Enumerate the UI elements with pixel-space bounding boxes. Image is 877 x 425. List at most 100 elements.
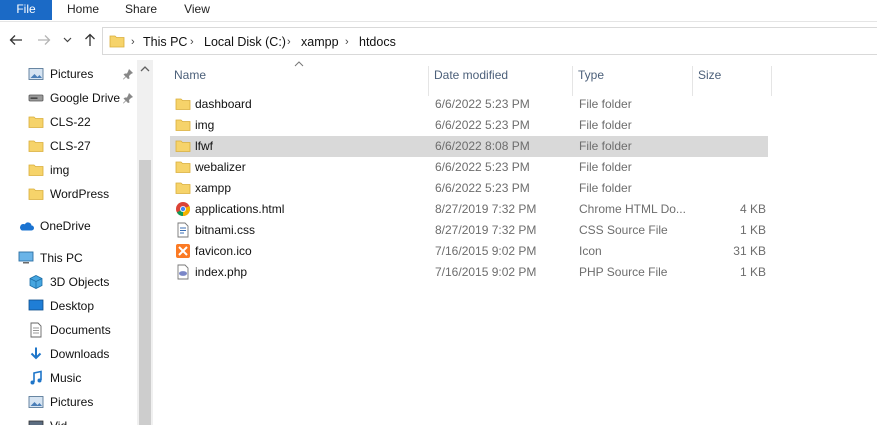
nav-item-onedrive[interactable]: OneDrive — [18, 215, 91, 237]
this-pc-icon — [18, 250, 34, 266]
css-file-icon — [175, 222, 191, 238]
file-name: index.php — [195, 265, 248, 279]
tab-share[interactable]: Share — [118, 0, 164, 20]
file-date-modified: 7/16/2015 9:02 PM — [435, 265, 537, 279]
nav-item-pictures[interactable]: Pictures — [28, 391, 93, 413]
breadcrumb-separator[interactable]: › — [287, 36, 291, 48]
column-header-date-modified[interactable]: Date modified — [429, 66, 573, 96]
file-type: File folder — [579, 118, 632, 132]
file-list: Name Date modified Type Size dashboard 6/… — [153, 60, 877, 425]
nav-item-label: img — [50, 163, 70, 177]
nav-item-vid[interactable]: Vid — [28, 415, 67, 425]
nav-item-label: Vid — [50, 419, 67, 425]
nav-item-3d-objects[interactable]: 3D Objects — [28, 271, 109, 293]
chevron-down-icon — [63, 37, 71, 43]
tab-home[interactable]: Home — [60, 0, 106, 20]
nav-item-music[interactable]: Music — [28, 367, 81, 389]
tab-file[interactable]: File — [0, 0, 52, 20]
file-row[interactable]: dashboard 6/6/2022 5:23 PM File folder — [170, 94, 768, 115]
nav-item-label: 3D Objects — [50, 275, 110, 289]
php-file-icon — [175, 264, 191, 280]
file-name: applications.html — [195, 202, 285, 216]
arrow-up-icon — [85, 33, 95, 46]
file-row[interactable]: img 6/6/2022 5:23 PM File folder — [170, 115, 768, 136]
file-row[interactable]: favicon.ico 7/16/2015 9:02 PM Icon 31 KB — [170, 241, 768, 262]
nav-item-label: Pictures — [50, 67, 94, 81]
pictures-icon — [28, 394, 44, 410]
ribbon: File Home Share View — [0, 0, 877, 22]
scrollbar-thumb[interactable] — [139, 160, 151, 425]
breadcrumb-xampp[interactable]: xampp — [301, 35, 339, 49]
file-row[interactable]: applications.html 8/27/2019 7:32 PM Chrome… — [170, 199, 768, 220]
nav-item-label: Desktop — [50, 299, 95, 313]
address-bar[interactable]: › This PC › Local Disk (C:) › xampp › ht… — [102, 27, 877, 55]
breadcrumb-this-pc[interactable]: This PC — [143, 35, 187, 49]
nav-item-this-pc[interactable]: This PC — [18, 247, 83, 269]
3d-objects-icon — [28, 274, 44, 290]
nav-item-label: This PC — [40, 251, 83, 265]
nav-item-label: OneDrive — [40, 219, 91, 233]
file-row[interactable]: lfwf 6/6/2022 8:08 PM File folder — [170, 136, 768, 157]
up-button[interactable] — [82, 32, 98, 48]
pin-icon — [122, 68, 134, 80]
forward-button[interactable] — [36, 32, 52, 48]
onedrive-icon — [18, 218, 34, 234]
file-date-modified: 8/27/2019 7:32 PM — [435, 202, 537, 216]
file-size: 31 KB — [733, 244, 766, 258]
file-name: img — [195, 118, 215, 132]
back-button[interactable] — [8, 32, 24, 48]
file-name: lfwf — [195, 139, 213, 153]
file-name: bitnami.css — [195, 223, 256, 237]
breadcrumb-separator[interactable]: › — [345, 36, 349, 48]
file-type: PHP Source File — [579, 265, 668, 279]
file-row[interactable]: index.php 7/16/2015 9:02 PM PHP Source Fil… — [170, 262, 768, 283]
nav-item-img[interactable]: img — [28, 159, 69, 181]
column-header-name[interactable]: Name — [169, 66, 429, 96]
nav-item-pictures[interactable]: Pictures — [28, 63, 93, 85]
file-size: 1 KB — [739, 223, 766, 237]
nav-item-google-drive[interactable]: Google Drive — [28, 87, 120, 109]
nav-item-downloads[interactable]: Downloads — [28, 343, 109, 365]
folder-icon — [175, 180, 191, 196]
drive-icon — [28, 90, 44, 106]
file-row[interactable]: bitnami.css 8/27/2019 7:32 PM CSS Source F… — [170, 220, 768, 241]
nav-item-cls-27[interactable]: CLS-27 — [28, 135, 91, 157]
folder-icon — [28, 138, 44, 154]
chrome-icon — [175, 201, 191, 217]
music-icon — [28, 370, 44, 386]
file-name: xampp — [195, 181, 232, 195]
scroll-up-icon — [140, 66, 150, 72]
file-name: webalizer — [195, 160, 246, 174]
breadcrumb-separator[interactable]: › — [131, 36, 135, 48]
nav-item-cls-22[interactable]: CLS-22 — [28, 111, 91, 133]
nav-pane-scrollbar[interactable] — [137, 60, 153, 425]
file-date-modified: 6/6/2022 5:23 PM — [435, 118, 530, 132]
nav-item-label: CLS-27 — [50, 139, 91, 153]
column-header-size[interactable]: Size — [693, 66, 772, 96]
breadcrumb-local-disk[interactable]: Local Disk (C:) — [204, 35, 286, 49]
nav-item-desktop[interactable]: Desktop — [28, 295, 94, 317]
file-row[interactable]: webalizer 6/6/2022 5:23 PM File folder — [170, 157, 768, 178]
file-size: 4 KB — [739, 202, 766, 216]
nav-item-label: WordPress — [50, 187, 110, 201]
file-row[interactable]: xampp 6/6/2022 5:23 PM File folder — [170, 178, 768, 199]
nav-item-documents[interactable]: Documents — [28, 319, 111, 341]
file-type: File folder — [579, 139, 632, 153]
file-type: CSS Source File — [579, 223, 668, 237]
nav-item-wordpress[interactable]: WordPress — [28, 183, 109, 205]
nav-item-label: CLS-22 — [50, 115, 91, 129]
xampp-icon — [175, 243, 191, 259]
videos-icon — [28, 418, 44, 425]
breadcrumb-htdocs[interactable]: htdocs — [359, 35, 396, 49]
arrow-right-icon — [38, 35, 51, 45]
breadcrumb-separator[interactable]: › — [190, 36, 194, 48]
folder-icon — [28, 162, 44, 178]
folder-icon — [28, 186, 44, 202]
file-date-modified: 6/6/2022 5:23 PM — [435, 160, 530, 174]
folder-icon — [175, 96, 191, 112]
recent-locations-button[interactable] — [61, 32, 73, 48]
column-header-type[interactable]: Type — [573, 66, 693, 96]
tab-view[interactable]: View — [176, 0, 218, 20]
file-date-modified: 6/6/2022 8:08 PM — [435, 139, 530, 153]
nav-item-label: Downloads — [50, 347, 110, 361]
